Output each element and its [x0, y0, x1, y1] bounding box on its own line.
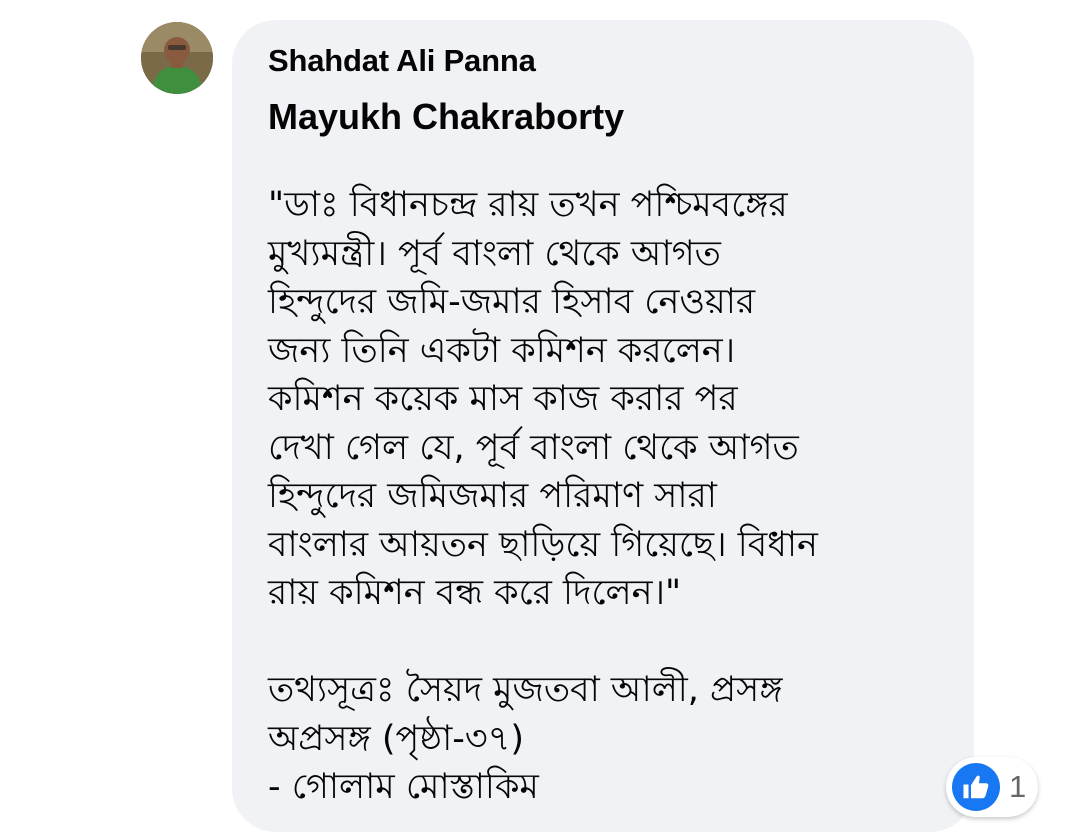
- tagged-user-name[interactable]: Mayukh Chakraborty: [268, 95, 974, 139]
- source-line: - গোলাম মোস্তাকিম: [268, 767, 539, 807]
- quote-line: জন্য তিনি একটা কমিশন করলেন।: [268, 330, 736, 371]
- source-line: অপ্রসঙ্গ (পৃষ্ঠা-৩৭): [268, 718, 525, 759]
- comment-body: "ডাঃ বিধানচন্দ্র রায় তখন পশ্চিমবঙ্গের ম…: [268, 181, 974, 812]
- like-icon: [952, 763, 1000, 811]
- comment-bubble: Shahdat Ali Panna Mayukh Chakraborty "ডা…: [232, 20, 974, 832]
- source-line: তথ্যসূত্রঃ সৈয়দ মুজতবা আলী, প্রসঙ্গ: [268, 670, 783, 710]
- quote-line: দেখা গেল যে, পূর্ব বাংলা থেকে আগত: [268, 427, 799, 468]
- comment-author-name[interactable]: Shahdat Ali Panna: [268, 42, 974, 80]
- avatar[interactable]: [141, 22, 213, 94]
- thumbs-up-icon: [963, 775, 989, 799]
- comment-thread: Shahdat Ali Panna Mayukh Chakraborty "ডা…: [0, 0, 1072, 837]
- quote-line: "ডাঃ বিধানচন্দ্র রায় তখন পশ্চিমবঙ্গের: [268, 185, 788, 225]
- avatar-photo: [141, 22, 213, 94]
- reaction-summary[interactable]: 1: [946, 757, 1038, 817]
- quote-line: রায় কমিশন বন্ধ করে দিলেন।": [268, 573, 682, 613]
- quote-line: হিন্দুদের জমিজমার পরিমাণ সারা: [268, 476, 717, 516]
- quote-line: কমিশন কয়েক মাস কাজ করার পর: [268, 379, 738, 419]
- quote-line: হিন্দুদের জমি-জমার হিসাব নেওয়ার: [268, 282, 756, 322]
- quote-line: বাংলার আয়তন ছাড়িয়ে গিয়েছে। বিধান: [268, 524, 818, 565]
- quote-line: মুখ্যমন্ত্রী। পূর্ব বাংলা থেকে আগত: [268, 233, 721, 274]
- reaction-count: 1: [1009, 769, 1027, 804]
